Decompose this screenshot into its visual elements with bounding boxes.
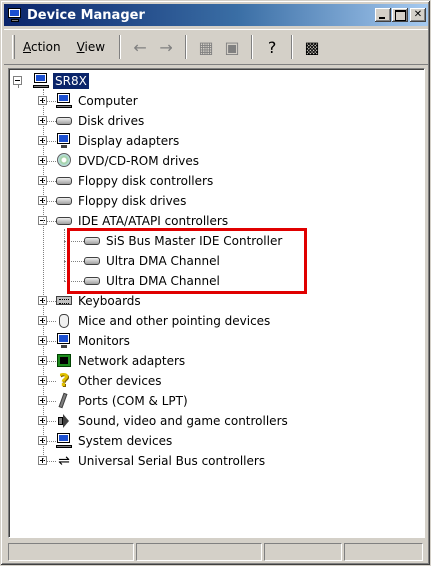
tree-node[interactable]: Sound, video and game controllers: [56, 411, 290, 431]
tree-node[interactable]: Monitors: [56, 331, 132, 351]
device-manager-icon: [7, 7, 23, 23]
device-manager-window: Device Manager ✕ Action View ← → ▦ ▣? ▩ SR8X…: [0, 0, 431, 566]
maximize-button[interactable]: [392, 8, 408, 22]
tree-node[interactable]: Ports (COM & LPT): [56, 391, 190, 411]
status-pane: [8, 543, 134, 561]
sound-icon: [56, 413, 72, 429]
cd-icon: [56, 153, 72, 169]
tree-node-label: Floppy disk drives: [78, 194, 187, 208]
tree-node-label: Display adapters: [78, 134, 180, 148]
list-view-button[interactable]: ▦: [195, 36, 217, 58]
status-bar: [8, 543, 425, 561]
toolbar-separator: [251, 35, 254, 59]
scan-hardware-button[interactable]: ▩: [301, 36, 323, 58]
tree-node[interactable]: Disk drives: [56, 111, 146, 131]
menu-action-accel: A: [23, 40, 31, 54]
tree-node[interactable]: Display adapters: [56, 131, 181, 151]
drive-icon: [56, 193, 72, 209]
back-arrow-button[interactable]: ←: [129, 36, 151, 58]
menu-view[interactable]: View: [69, 40, 113, 54]
question-icon: ?: [58, 370, 70, 391]
net-icon: [56, 353, 72, 369]
tree-node[interactable]: DVD/CD-ROM drives: [56, 151, 201, 171]
minimize-button[interactable]: [375, 8, 391, 22]
tree-node-label: IDE ATA/ATAPI controllers: [78, 214, 229, 228]
tree-node-label: SR8X: [53, 73, 89, 89]
tree-node[interactable]: ? Other devices: [56, 371, 164, 391]
tree-node[interactable]: Floppy disk drives: [56, 191, 188, 211]
status-pane: [136, 543, 262, 561]
usb-icon: ⇌: [58, 453, 70, 469]
computer-icon: [33, 73, 49, 89]
tree-node-label: Sound, video and game controllers: [78, 414, 288, 428]
scan-hardware-icon: ▩: [304, 37, 320, 57]
tree-node[interactable]: System devices: [56, 431, 174, 451]
back-arrow-icon: ←: [133, 37, 147, 57]
tree-node-label: Keyboards: [78, 294, 141, 308]
tree-node[interactable]: Mice and other pointing devices: [56, 311, 272, 331]
drive-icon: [56, 173, 72, 189]
tree-node-root[interactable]: SR8X: [33, 71, 89, 91]
menu-view-rest: iew: [84, 40, 106, 54]
collapse-toggle[interactable]: [13, 76, 22, 85]
tree-connector: [18, 85, 19, 87]
tree-node[interactable]: Computer: [56, 91, 140, 111]
toolbar-separator: [119, 35, 122, 59]
tree-node-label: Universal Serial Bus controllers: [78, 454, 266, 468]
computer-icon: [56, 93, 72, 109]
tree-node-label: Network adapters: [78, 354, 186, 368]
window-title: Device Manager: [27, 7, 145, 23]
computer-icon: [56, 433, 72, 449]
title-bar[interactable]: Device Manager ✕: [4, 4, 428, 26]
kbd-icon: [56, 293, 72, 309]
properties-icon: ▣: [224, 37, 240, 57]
tree-node-label: Other devices: [78, 374, 162, 388]
menu-action-rest: ction: [31, 40, 61, 54]
tree-connector: [64, 229, 65, 281]
close-button[interactable]: ✕: [410, 8, 426, 22]
forward-arrow-button[interactable]: →: [155, 36, 177, 58]
highlight-box: [67, 228, 307, 294]
caption-buttons: ✕: [374, 8, 426, 22]
tree-node[interactable]: Network adapters: [56, 351, 187, 371]
tree-node[interactable]: Floppy disk controllers: [56, 171, 215, 191]
menu-action[interactable]: Action: [15, 40, 69, 54]
port-icon: [56, 392, 72, 409]
help-icon: ?: [267, 37, 277, 57]
display-icon: [56, 133, 72, 149]
help-button[interactable]: ?: [261, 36, 283, 58]
tree-node-label: Floppy disk controllers: [78, 174, 214, 188]
toolbar-separator: [185, 35, 188, 59]
tree-node-label: DVD/CD-ROM drives: [78, 154, 200, 168]
menu-view-accel: V: [76, 40, 85, 54]
tree-node[interactable]: ⇌ Universal Serial Bus controllers: [56, 451, 267, 471]
menu-toolbar: Action View ← → ▦ ▣? ▩: [4, 29, 428, 65]
status-pane: [344, 543, 423, 561]
tree-node-label: Computer: [78, 94, 138, 108]
toolbar-separator: [291, 35, 294, 59]
display-icon: [56, 333, 72, 349]
tree-node-label: Disk drives: [78, 114, 145, 128]
status-pane: [264, 543, 342, 561]
tree-node[interactable]: Keyboards: [56, 291, 143, 311]
toolbar-buttons: ← → ▦ ▣? ▩: [127, 35, 325, 59]
tree-connector: [43, 89, 44, 461]
device-tree[interactable]: SR8X Computer Disk drives Display adapters D…: [8, 68, 425, 538]
mouse-icon: [56, 313, 72, 329]
drive-icon: [56, 113, 72, 129]
tree-node-label: System devices: [78, 434, 173, 448]
properties-button[interactable]: ▣: [221, 36, 243, 58]
tree-node-label: Ports (COM & LPT): [78, 394, 188, 408]
tree-node-label: Monitors: [78, 334, 130, 348]
drive-icon: [56, 213, 72, 229]
forward-arrow-icon: →: [159, 37, 173, 57]
tree-node-label: Mice and other pointing devices: [78, 314, 271, 328]
list-view-icon: ▦: [198, 37, 214, 57]
